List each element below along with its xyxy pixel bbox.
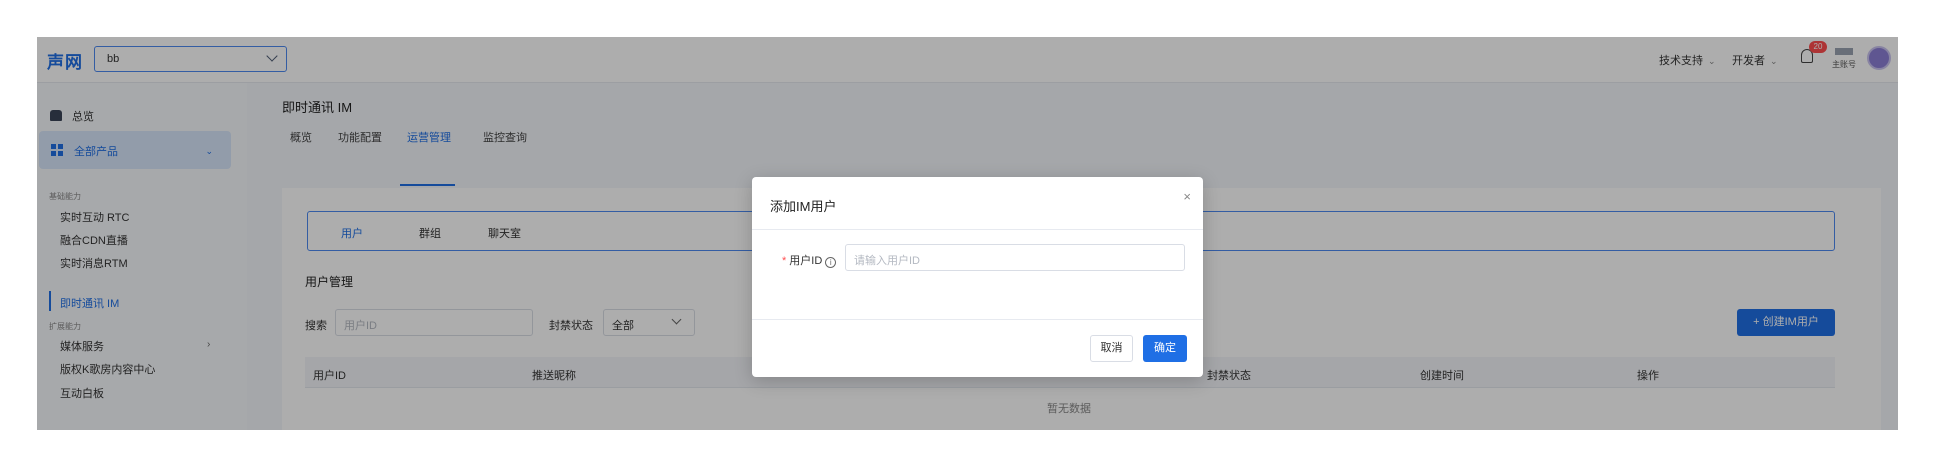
user-id-input[interactable]: 请输入用户ID <box>845 244 1185 271</box>
close-icon[interactable]: × <box>1183 189 1191 204</box>
app-frame: 声网 bb 技术支持 ⌄ 开发者 ⌄ 20 主账号 总览 全部产品 ⌄ 基础能力 实… <box>37 37 1898 430</box>
add-im-user-dialog: 添加IM用户 × * 用户ID i 请输入用户ID 取消 确定 <box>752 177 1203 377</box>
required-mark: * <box>782 255 787 267</box>
user-id-label: * 用户ID i <box>782 252 837 268</box>
confirm-button[interactable]: 确定 <box>1143 335 1187 362</box>
dialog-divider-top <box>752 229 1203 230</box>
user-id-label-text: 用户ID <box>789 255 823 267</box>
info-icon[interactable]: i <box>825 257 837 268</box>
user-id-placeholder: 请输入用户ID <box>854 255 920 267</box>
cancel-button[interactable]: 取消 <box>1090 335 1133 362</box>
dialog-divider-bottom <box>752 319 1203 320</box>
dialog-title: 添加IM用户 <box>770 199 837 214</box>
